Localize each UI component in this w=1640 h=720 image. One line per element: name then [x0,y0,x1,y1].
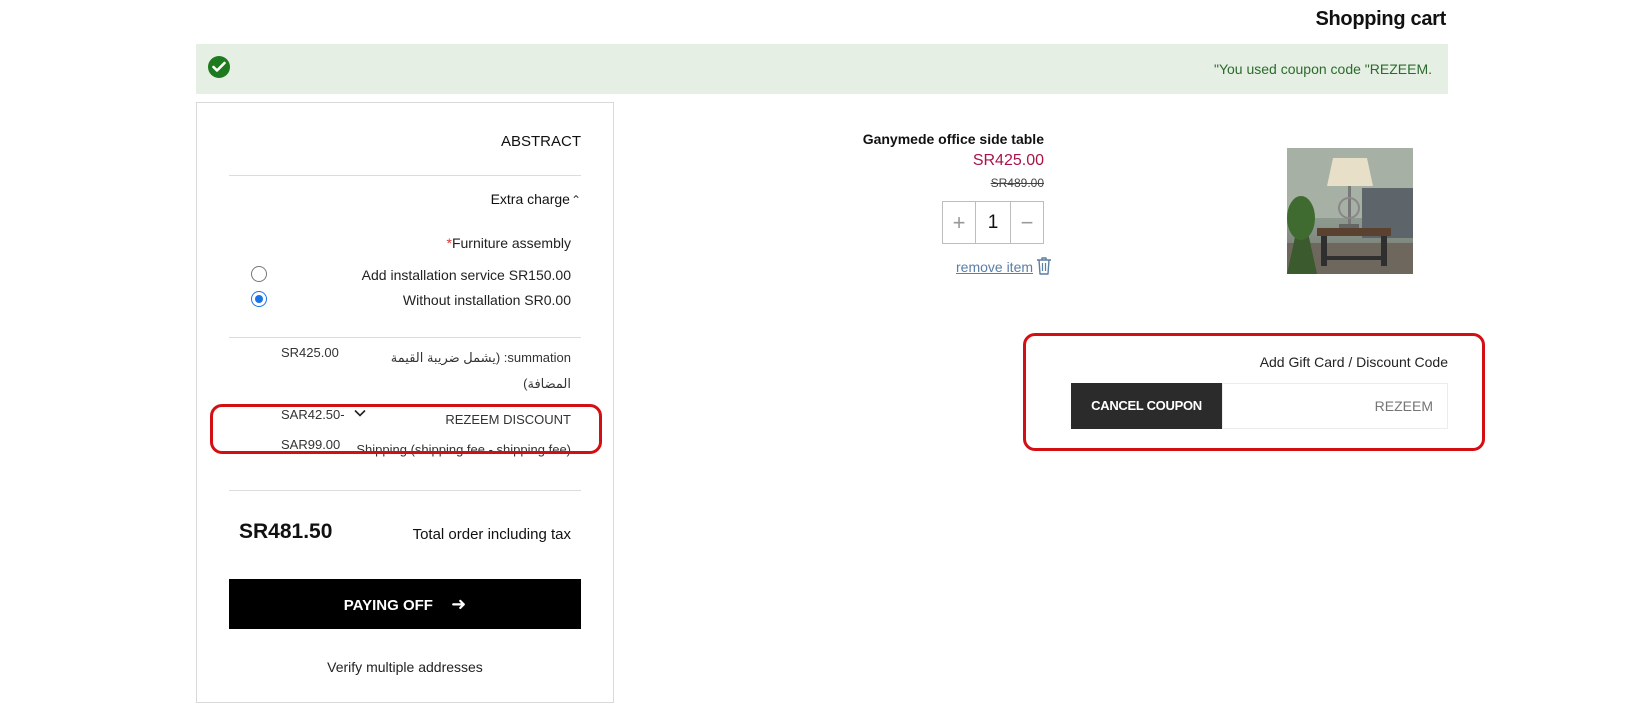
extra-charge-label: Extra charge [490,191,570,207]
radio-add-installation[interactable] [251,266,267,282]
summary-divider [229,175,581,176]
radio-without-installation[interactable] [251,291,267,307]
total-label: Total order including tax [412,526,571,543]
option-label: Without installation SR0.00 [402,292,571,308]
product-image[interactable] [1287,148,1413,274]
subtotal-amount: SR425.00 [281,345,339,360]
quantity-value[interactable]: 1 [977,202,1009,243]
subtotal-label: summation: (يشمل ضريبة القيمة المضافة) [390,350,571,391]
assembly-label-text: Furniture assembly [451,235,571,251]
summary-divider [229,490,581,491]
quantity-decrease-button[interactable]: − [1010,202,1043,243]
quantity-stepper: + 1 − [942,201,1044,244]
remove-item-link[interactable]: remove item [956,259,1033,275]
coupon-highlight [1023,333,1485,451]
pay-button[interactable]: PAYING OFF ➜ [229,579,581,629]
option-label: Add installation service SR150.00 [361,267,571,283]
arrow-right-icon: ➜ [451,594,467,614]
option-add-installation[interactable]: Add installation service SR150.00 [229,264,581,286]
chevron-up-icon: ⌃ [570,193,581,207]
quantity-increase-button[interactable]: + [943,202,976,243]
page-title: Shopping cart [1315,8,1446,30]
option-without-installation[interactable]: Without installation SR0.00 [229,289,581,311]
check-circle-icon [208,56,230,78]
notice-message: "You used coupon code "REZEEM. [1214,61,1432,77]
pay-button-label: PAYING OFF [343,597,433,614]
order-summary-panel: ABSTRACT Extra charge⌃ *Furniture assemb… [196,102,614,703]
subtotal-row: SR425.00 summation: (يشمل ضريبة القيمة ا… [229,345,581,397]
assembly-label: *Furniture assembly [447,235,572,251]
summary-title: ABSTRACT [500,133,581,150]
summary-divider [229,337,581,338]
product-name[interactable]: Ganymede office side table [863,131,1044,147]
extra-charge-toggle[interactable]: Extra charge⌃ [491,191,581,207]
verify-addresses-link[interactable]: Verify multiple addresses [197,659,613,675]
product-old-price: SR489.00 [990,176,1044,190]
discount-highlight [210,404,602,454]
trash-icon[interactable] [1036,256,1052,281]
product-price: SR425.00 [972,152,1044,169]
total-amount: SR481.50 [239,520,333,543]
coupon-success-notice: "You used coupon code "REZEEM. [196,44,1448,94]
